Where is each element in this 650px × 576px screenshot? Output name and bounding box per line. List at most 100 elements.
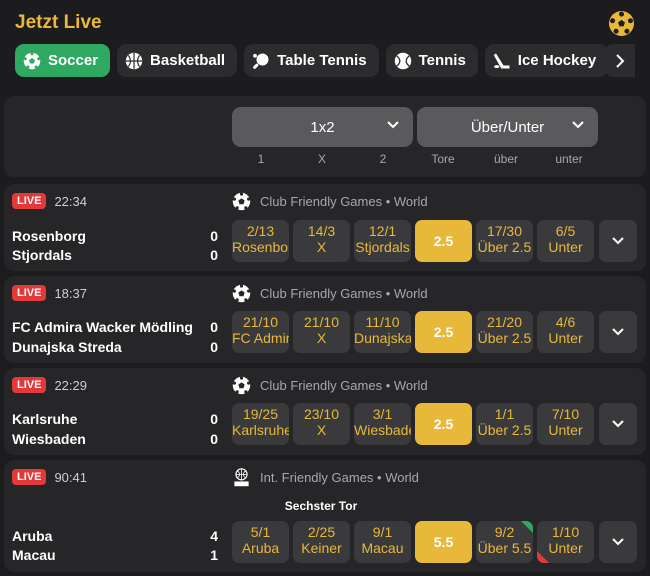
odd-away[interactable]: 11/10 Dunajska (354, 311, 411, 353)
odd-draw[interactable]: 14/3 X (293, 220, 350, 262)
odd-value: 14/3 (307, 223, 336, 239)
chevron-down-icon (572, 121, 584, 129)
basketball-icon (125, 52, 143, 69)
live-badge: LIVE (12, 193, 47, 209)
match-status: LIVE 18:37 (12, 284, 87, 302)
odd-under[interactable]: 6/5 Unter (537, 220, 594, 262)
away-team: Dunajska Streda (12, 339, 122, 355)
goal-line[interactable]: 2.5 (415, 311, 472, 353)
odd-label: Unter (548, 239, 583, 255)
more-markets-button[interactable] (599, 311, 637, 353)
competition: Int. Friendly Games • World (232, 467, 419, 486)
away-score: 0 (210, 339, 218, 355)
odd-label: Unter (548, 422, 583, 438)
odd-home[interactable]: 19/25 Karlsruhe (232, 403, 289, 445)
goal-line[interactable]: 2.5 (415, 403, 472, 445)
competition: Club Friendly Games • World (232, 375, 428, 394)
odd-value: 19/25 (242, 406, 279, 422)
away-score: 1 (210, 547, 218, 563)
odd-under[interactable]: 1/10 Unter (537, 521, 594, 563)
live-badge: LIVE (12, 285, 47, 301)
column-label-x: X (317, 152, 326, 166)
odds-up-indicator (521, 521, 533, 533)
odd-value: 21/10 (242, 314, 279, 330)
odd-label: FC Admira (232, 330, 289, 346)
chevron-down-icon (612, 328, 624, 336)
odd-value: 2/25 (307, 524, 336, 540)
fifa-logo-icon (234, 467, 249, 486)
odd-label: Keiner (301, 540, 342, 556)
competition: Club Friendly Games • World (232, 283, 428, 302)
tab-table-tennis[interactable]: Table Tennis (244, 44, 379, 77)
odd-away[interactable]: 9/1 Macau (354, 521, 411, 563)
more-markets-button[interactable] (599, 220, 637, 262)
odd-value: 11/10 (365, 314, 400, 330)
goal-line[interactable]: 5.5 (415, 521, 472, 563)
odd-value: 17/30 (486, 223, 523, 239)
soccer-icon (23, 51, 41, 69)
match-time: 22:29 (54, 377, 87, 393)
odd-draw[interactable]: 2/25 Keiner (293, 521, 350, 563)
odd-label: Über 2.5 (477, 422, 532, 438)
tab-label: Tennis (418, 52, 466, 69)
soccer-ball-icon[interactable] (609, 11, 634, 36)
odd-over[interactable]: 9/2 Über 5.5 (476, 521, 533, 563)
odd-away[interactable]: 12/1 Stjordals (354, 220, 411, 262)
column-label-1: 1 (257, 152, 265, 166)
odd-value: 23/10 (303, 406, 340, 422)
soccer-ball-icon (232, 283, 251, 302)
home-score: 0 (210, 411, 218, 427)
more-markets-button[interactable] (599, 521, 637, 563)
home-score: 0 (210, 228, 218, 244)
column-label-ueber: über (493, 152, 519, 166)
odd-value: 1/10 (551, 524, 580, 540)
live-header: Jetzt Live Soccer Basketball Table Tenni… (0, 0, 650, 96)
odd-value: 21/20 (486, 314, 523, 330)
soccer-ball-icon (232, 375, 251, 394)
odd-over[interactable]: 21/20 Über 2.5 (476, 311, 533, 353)
tab-label: Basketball (150, 52, 226, 69)
market-label: Über/Unter (470, 118, 545, 136)
goal-line[interactable]: 2.5 (415, 220, 472, 262)
more-markets-button[interactable] (599, 403, 637, 445)
odd-home[interactable]: 5/1 Aruba (232, 521, 289, 563)
odd-under[interactable]: 7/10 Unter (537, 403, 594, 445)
tab-tennis[interactable]: Tennis (385, 44, 478, 77)
odd-home[interactable]: 21/10FC Admira (232, 311, 289, 353)
odd-label: Über 2.5 (477, 239, 532, 255)
page-title: Jetzt Live (15, 12, 102, 33)
tabs-next-button[interactable] (605, 44, 635, 77)
odd-under[interactable]: 4/6 Unter (537, 311, 594, 353)
odd-away[interactable]: 3/1Wiesbaden (354, 403, 411, 445)
competition: Club Friendly Games • World (232, 191, 428, 210)
odd-over[interactable]: 1/1 Über 2.5 (476, 403, 533, 445)
odd-home[interactable]: 2/13Rosenborg (232, 220, 289, 262)
odd-over[interactable]: 17/30 Über 2.5 (476, 220, 533, 262)
odd-value: 4/6 (555, 314, 576, 330)
odd-draw[interactable]: 23/10 X (293, 403, 350, 445)
market-dropdown-over-under[interactable]: Über/Unter (417, 107, 598, 147)
odd-value: 3/1 (372, 406, 393, 422)
tab-ice-hockey[interactable]: Ice Hockey (484, 44, 609, 77)
odds-down-indicator (537, 551, 549, 563)
chevron-down-icon (612, 538, 624, 546)
live-badge: LIVE (12, 377, 47, 393)
market-dropdown-1x2[interactable]: 1x2 (232, 107, 413, 147)
odd-value: 21/10 (303, 314, 340, 330)
competition-name: Club Friendly Games • World (260, 193, 428, 209)
soccer-ball-icon (232, 191, 251, 210)
table-tennis-icon (253, 53, 269, 69)
odd-value: 2/13 (246, 223, 275, 239)
odd-draw[interactable]: 21/10 X (293, 311, 350, 353)
tab-basketball[interactable]: Basketball (117, 44, 238, 77)
column-label-unter: unter (555, 152, 583, 166)
tab-soccer[interactable]: Soccer (15, 44, 111, 77)
odd-label: Aruba (241, 540, 280, 556)
sport-tabs: Soccer Basketball Table Tennis Tennis Ic… (15, 44, 635, 77)
tab-label: Ice Hockey (517, 52, 597, 69)
odd-value: 5/1 (250, 524, 271, 540)
odd-label: Karlsruhe (232, 422, 289, 438)
odd-label: X (316, 330, 327, 346)
chevron-down-icon (612, 237, 624, 245)
home-team: Rosenborg (12, 228, 86, 244)
